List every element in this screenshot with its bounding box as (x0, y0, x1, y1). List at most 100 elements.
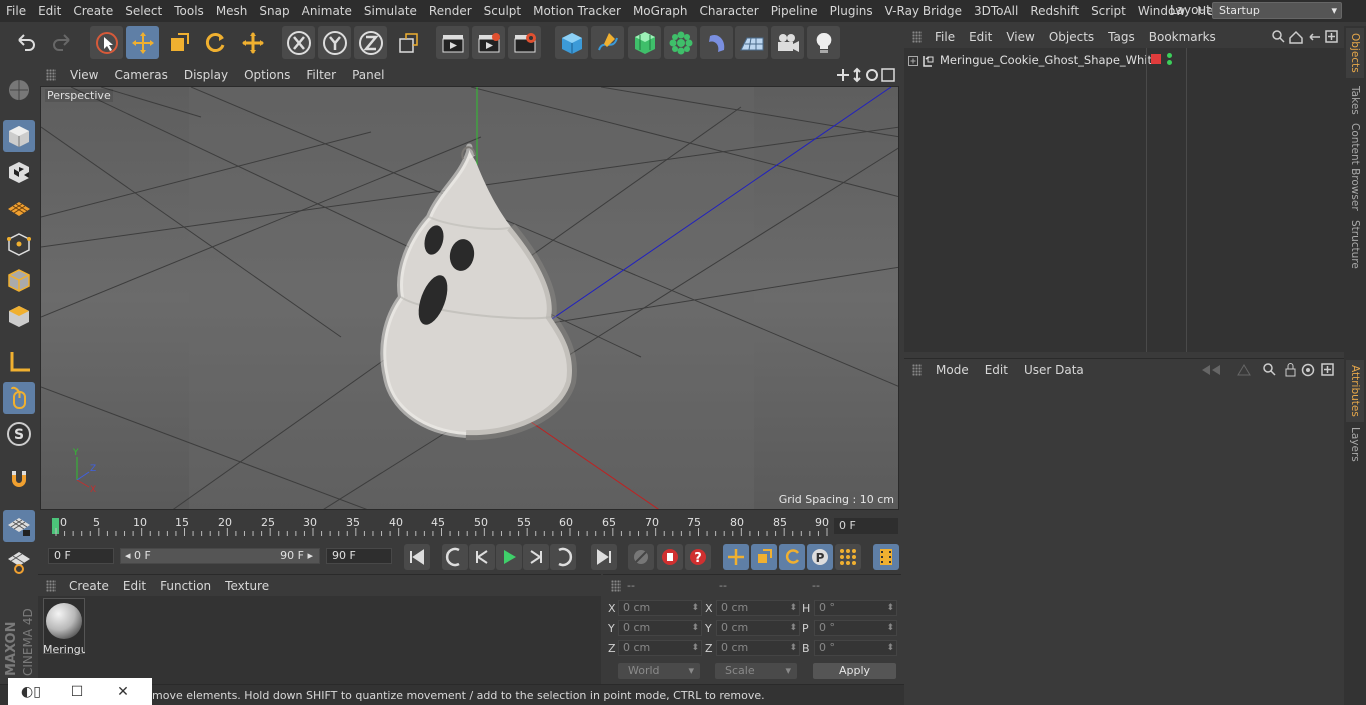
go-to-start-button[interactable] (404, 544, 430, 570)
menu-motion-tracker[interactable]: Motion Tracker (527, 4, 627, 18)
scale-tool-button[interactable] (162, 26, 195, 59)
auto-key-button[interactable]: ? (685, 544, 711, 570)
tab-content-browser[interactable]: Content Browser (1346, 122, 1364, 212)
material-menu-edit[interactable]: Edit (116, 579, 153, 593)
render-settings-button[interactable] (508, 26, 541, 59)
viewport-menu-filter[interactable]: Filter (298, 68, 344, 82)
points-mode-button[interactable] (3, 228, 35, 260)
camera-button[interactable] (771, 26, 804, 59)
size-mode-select[interactable]: Scale (715, 663, 797, 679)
snap-button[interactable]: S (3, 418, 35, 450)
grid-snap-button[interactable] (3, 546, 35, 578)
record-off-button[interactable] (628, 544, 654, 570)
expand-null-icon[interactable] (908, 55, 936, 67)
key-parameter-button[interactable]: P (807, 544, 833, 570)
floor-button[interactable] (735, 26, 768, 59)
select-tool-button[interactable] (90, 26, 123, 59)
record-button[interactable] (657, 544, 683, 570)
rot-h-field[interactable]: 0 ° (814, 600, 897, 616)
next-keyframe-button[interactable] (550, 544, 576, 570)
menu-sculpt[interactable]: Sculpt (478, 4, 527, 18)
menu-pipeline[interactable]: Pipeline (765, 4, 824, 18)
material-menu-function[interactable]: Function (153, 579, 218, 593)
menu-vray-bridge[interactable]: V-Ray Bridge (879, 4, 968, 18)
key-rotation-button[interactable] (779, 544, 805, 570)
visibility-dots-icon[interactable] (1166, 53, 1174, 67)
transform-tool-button[interactable] (236, 26, 269, 59)
start-frame-field[interactable]: 0 F (48, 548, 114, 564)
key-scale-button[interactable] (751, 544, 777, 570)
maximize-icon[interactable]: ☐ (54, 684, 100, 700)
texture-mode-button[interactable] (3, 156, 35, 188)
attr-menu-mode[interactable]: Mode (928, 363, 977, 377)
apply-button[interactable]: Apply (813, 663, 896, 679)
menu-snap[interactable]: Snap (253, 4, 295, 18)
make-editable-button[interactable] (3, 74, 35, 106)
pen-spline-button[interactable] (591, 26, 624, 59)
menu-file[interactable]: File (0, 4, 32, 18)
timeline-ruler[interactable]: 0 5 10 15 20 25 30 35 40 45 50 55 60 65 … (38, 512, 901, 540)
menu-create[interactable]: Create (67, 4, 119, 18)
object-row[interactable]: Meringue_Cookie_Ghost_Shape_White (904, 51, 1344, 69)
menu-plugins[interactable]: Plugins (824, 4, 879, 18)
viewport-menu-display[interactable]: Display (176, 68, 236, 82)
move-tool-button[interactable] (126, 26, 159, 59)
3d-viewport[interactable]: Y Z X Perspective Grid Spacing : 10 cm (40, 86, 899, 510)
viewport-menu-cameras[interactable]: Cameras (106, 68, 175, 82)
y-axis-button[interactable] (318, 26, 351, 59)
go-to-end-button[interactable] (591, 544, 617, 570)
frame-ruler[interactable]: 0 5 10 15 20 25 30 35 40 45 50 55 60 65 … (50, 516, 834, 536)
tab-layers[interactable]: Layers (1346, 424, 1364, 464)
tab-attributes[interactable]: Attributes (1346, 360, 1364, 422)
attr-menu-edit[interactable]: Edit (977, 363, 1016, 377)
attr-tool-icons[interactable] (1200, 362, 1340, 378)
tab-objects[interactable]: Objects (1346, 28, 1364, 78)
om-menu-edit[interactable]: Edit (962, 30, 999, 44)
subdivision-button[interactable] (628, 26, 661, 59)
om-menu-bookmarks[interactable]: Bookmarks (1142, 30, 1223, 44)
axis-mode-button[interactable] (3, 346, 35, 378)
previous-frame-button[interactable] (469, 544, 495, 570)
tab-structure[interactable]: Structure (1346, 216, 1364, 272)
size-z-field[interactable]: 0 cm (716, 640, 800, 656)
pos-x-field[interactable]: 0 cm (618, 600, 702, 616)
rot-b-field[interactable]: 0 ° (814, 640, 897, 656)
menu-simulate[interactable]: Simulate (358, 4, 423, 18)
light-button[interactable] (807, 26, 840, 59)
tab-takes[interactable]: Takes (1346, 80, 1364, 120)
render-view-button[interactable] (436, 26, 469, 59)
layer-color-swatch[interactable] (1151, 54, 1161, 64)
menu-select[interactable]: Select (119, 4, 168, 18)
menu-mesh[interactable]: Mesh (210, 4, 254, 18)
tweak-mode-button[interactable] (3, 382, 35, 414)
menu-3dtoall[interactable]: 3DToAll (968, 4, 1024, 18)
menu-render[interactable]: Render (423, 4, 478, 18)
size-y-field[interactable]: 0 cm (716, 620, 800, 636)
frame-range-slider[interactable]: ◂ 0 F 90 F ▸ (120, 548, 320, 564)
close-icon[interactable]: ✕ (100, 684, 146, 700)
om-menu-objects[interactable]: Objects (1042, 30, 1101, 44)
x-axis-button[interactable] (282, 26, 315, 59)
cloner-button[interactable] (664, 26, 697, 59)
redo-button[interactable] (45, 26, 78, 59)
key-position-button[interactable] (723, 544, 749, 570)
current-frame-field[interactable]: 0 F (834, 518, 898, 534)
material-menu-texture[interactable]: Texture (218, 579, 276, 593)
play-button[interactable] (496, 544, 522, 570)
material-menu-create[interactable]: Create (62, 579, 116, 593)
menu-edit[interactable]: Edit (32, 4, 67, 18)
om-tool-icons[interactable] (1270, 29, 1340, 45)
viewport-menu-options[interactable]: Options (236, 68, 298, 82)
object-name[interactable]: Meringue_Cookie_Ghost_Shape_White (940, 53, 1159, 67)
rotate-tool-button[interactable] (198, 26, 231, 59)
pos-z-field[interactable]: 0 cm (618, 640, 702, 656)
deformer-button[interactable] (700, 26, 733, 59)
viewport-camera-label[interactable]: Perspective (45, 89, 113, 102)
workplane-button[interactable] (3, 192, 35, 224)
viewport-menu-panel[interactable]: Panel (344, 68, 392, 82)
rot-p-field[interactable]: 0 ° (814, 620, 897, 636)
next-frame-button[interactable] (523, 544, 549, 570)
cube-object-button[interactable] (555, 26, 588, 59)
end-frame-field[interactable]: 90 F (326, 548, 392, 564)
menu-script[interactable]: Script (1085, 4, 1132, 18)
